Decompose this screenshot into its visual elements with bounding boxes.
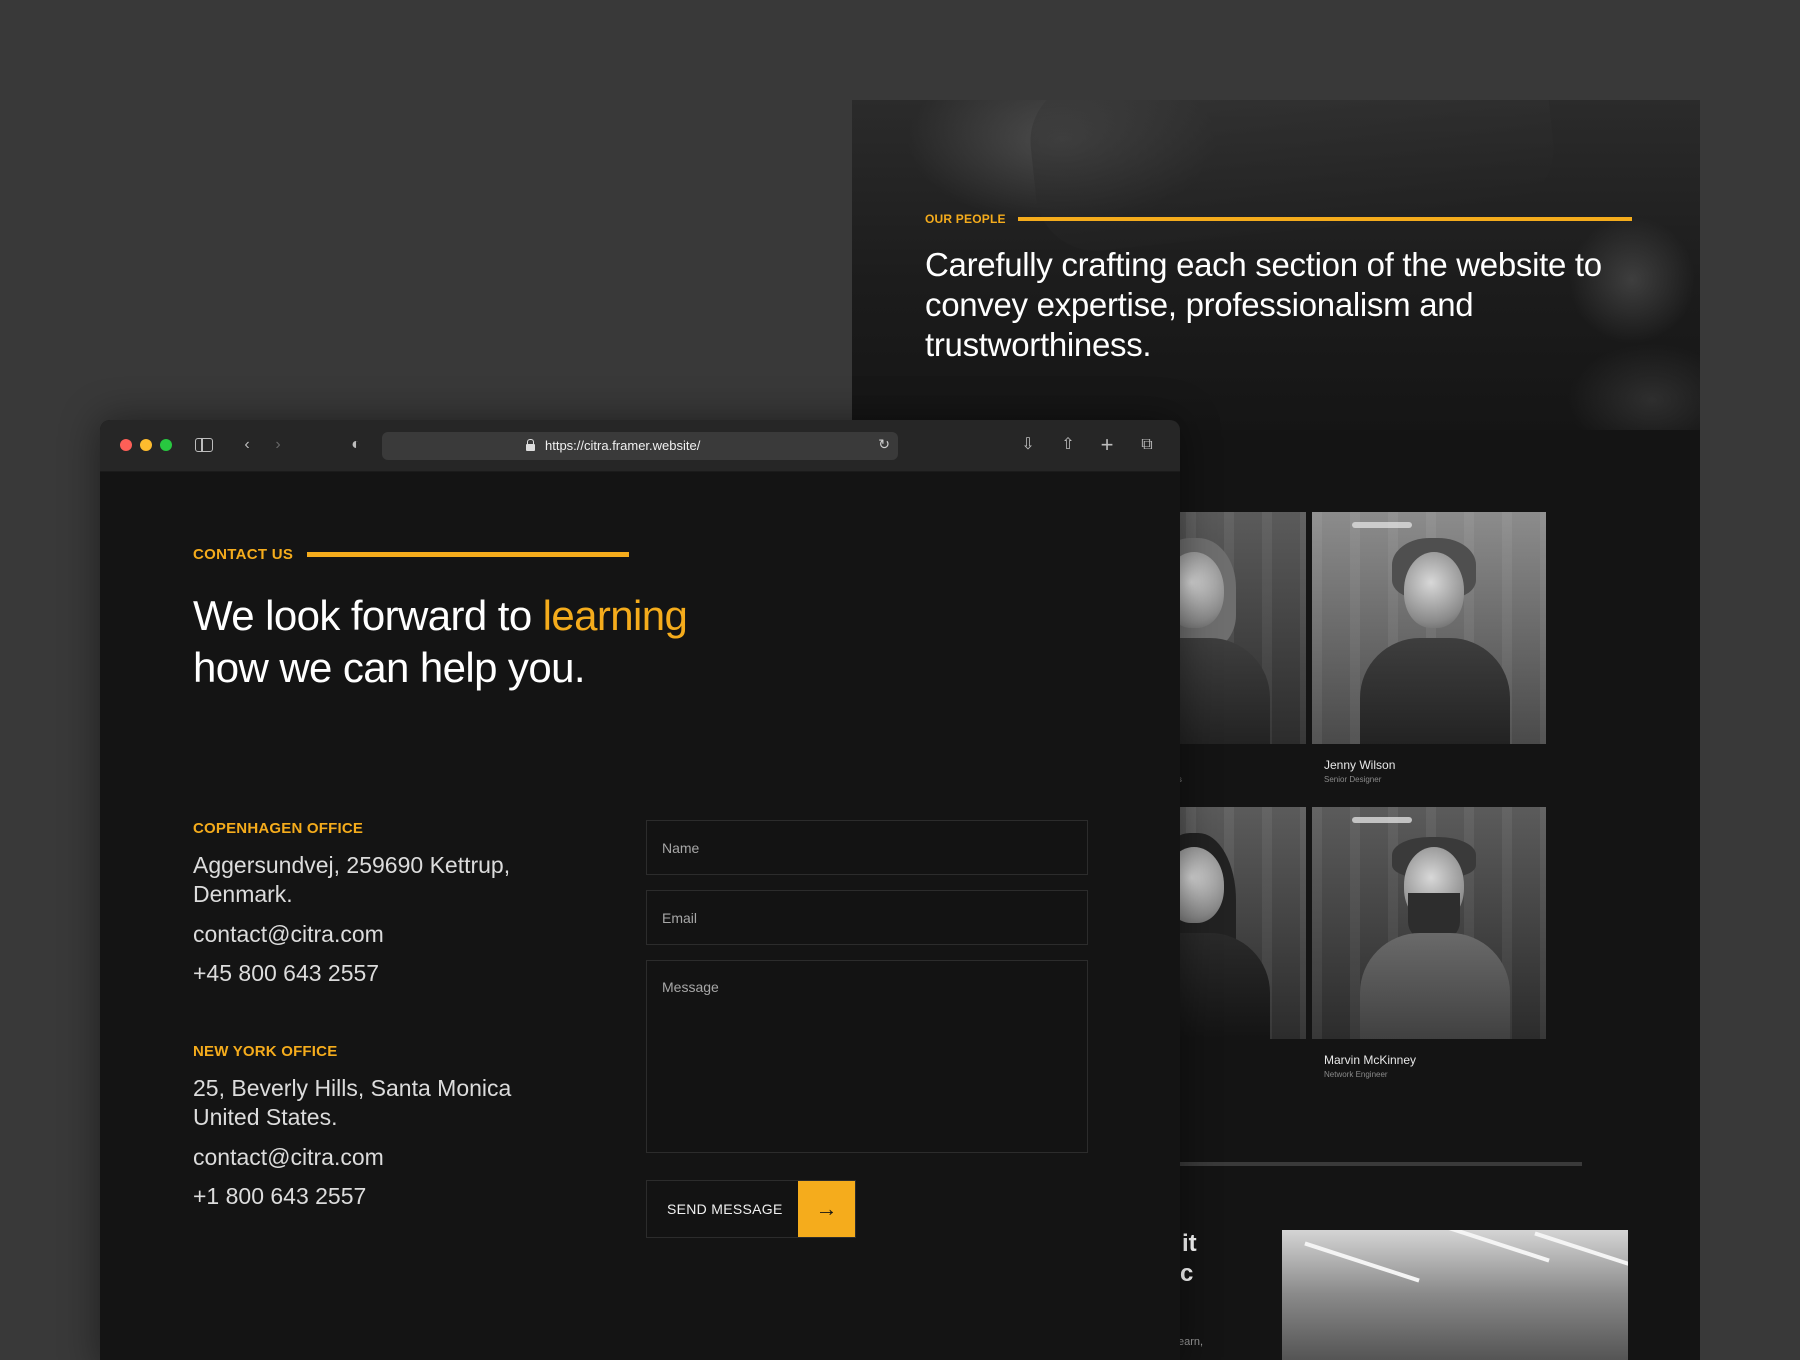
member-role: Senior Designer: [1324, 775, 1382, 784]
office-email-link[interactable]: contact@citra.com: [193, 1143, 613, 1172]
section-divider: [1172, 1162, 1582, 1166]
office-title: NEW YORK OFFICE: [193, 1043, 338, 1060]
office-phone-link[interactable]: +45 800 643 2557: [193, 959, 613, 988]
new-tab-icon[interactable]: +: [1096, 434, 1118, 456]
member-role: Network Engineer: [1324, 1070, 1388, 1079]
browser-toolbar: ‹ › ◐ https://citra.framer.website/ ↻ ⇩ …: [100, 420, 1180, 472]
send-message-button[interactable]: SEND MESSAGE →: [646, 1180, 856, 1238]
back-icon[interactable]: ‹: [236, 434, 258, 456]
member-photo: [1312, 512, 1546, 744]
partial-body-text: earn,: [1178, 1336, 1204, 1348]
our-people-eyebrow: OUR PEOPLE: [925, 212, 1632, 226]
team-card[interactable]: Marvin McKinney Network Engineer: [1312, 807, 1546, 1097]
new-york-office: NEW YORK OFFICE 25, Beverly Hills, Santa…: [193, 1043, 613, 1211]
office-photo: [1282, 1230, 1628, 1360]
arrow-right-icon: →: [798, 1181, 855, 1237]
close-window-button[interactable]: [120, 439, 132, 451]
office-address: Aggersundvej, 259690 Kettrup, Denmark.: [193, 852, 511, 907]
url-text: https://citra.framer.website/: [545, 438, 701, 453]
download-icon[interactable]: ⇩: [1017, 434, 1039, 456]
tabs-overview-icon[interactable]: ⧉: [1136, 434, 1158, 456]
maximize-window-button[interactable]: [160, 439, 172, 451]
forward-icon[interactable]: ›: [267, 434, 289, 456]
contact-heading: We look forward to learning how we can h…: [193, 590, 833, 694]
office-title: COPENHAGEN OFFICE: [193, 820, 364, 837]
email-field[interactable]: [646, 890, 1088, 945]
accent-divider: [1017, 217, 1632, 221]
heading-text: We look forward to: [193, 592, 543, 639]
people-heading: Carefully crafting each section of the w…: [925, 246, 1602, 363]
heading-text: how we can help you.: [193, 644, 586, 691]
shield-icon[interactable]: ◐: [345, 434, 367, 456]
accent-divider: [307, 552, 630, 557]
hero-shape: [1024, 100, 1560, 257]
member-name: Marvin McKinney: [1324, 1053, 1417, 1067]
contact-eyebrow: CONTACT US: [193, 546, 630, 563]
send-message-label: SEND MESSAGE: [667, 1201, 783, 1217]
message-field[interactable]: [646, 960, 1088, 1153]
address-bar[interactable]: https://citra.framer.website/ ↻: [382, 432, 898, 460]
office-phone-link[interactable]: +1 800 643 2557: [193, 1182, 613, 1211]
member-photo: [1312, 807, 1546, 1039]
section-label: OUR PEOPLE: [925, 212, 1006, 226]
copenhagen-office: COPENHAGEN OFFICE Aggersundvej, 259690 K…: [193, 820, 613, 988]
office-address: 25, Beverly Hills, Santa Monica United S…: [193, 1075, 512, 1130]
browser-window: ‹ › ◐ https://citra.framer.website/ ↻ ⇩ …: [100, 420, 1180, 1360]
share-icon[interactable]: ⇧: [1057, 434, 1079, 456]
partial-heading-text: c: [1180, 1260, 1194, 1287]
section-label: CONTACT US: [193, 546, 294, 563]
member-name: Jenny Wilson: [1324, 758, 1396, 772]
partial-heading-text: it: [1182, 1230, 1197, 1257]
name-field[interactable]: [646, 820, 1088, 875]
lock-icon: [526, 439, 535, 451]
office-email-link[interactable]: contact@citra.com: [193, 920, 613, 949]
team-card[interactable]: Jenny Wilson Senior Designer: [1312, 512, 1546, 802]
minimize-window-button[interactable]: [140, 439, 152, 451]
heading-accent-text: learning: [542, 592, 688, 639]
sidebar-icon[interactable]: [192, 434, 214, 456]
reload-icon[interactable]: ↻: [878, 436, 890, 453]
